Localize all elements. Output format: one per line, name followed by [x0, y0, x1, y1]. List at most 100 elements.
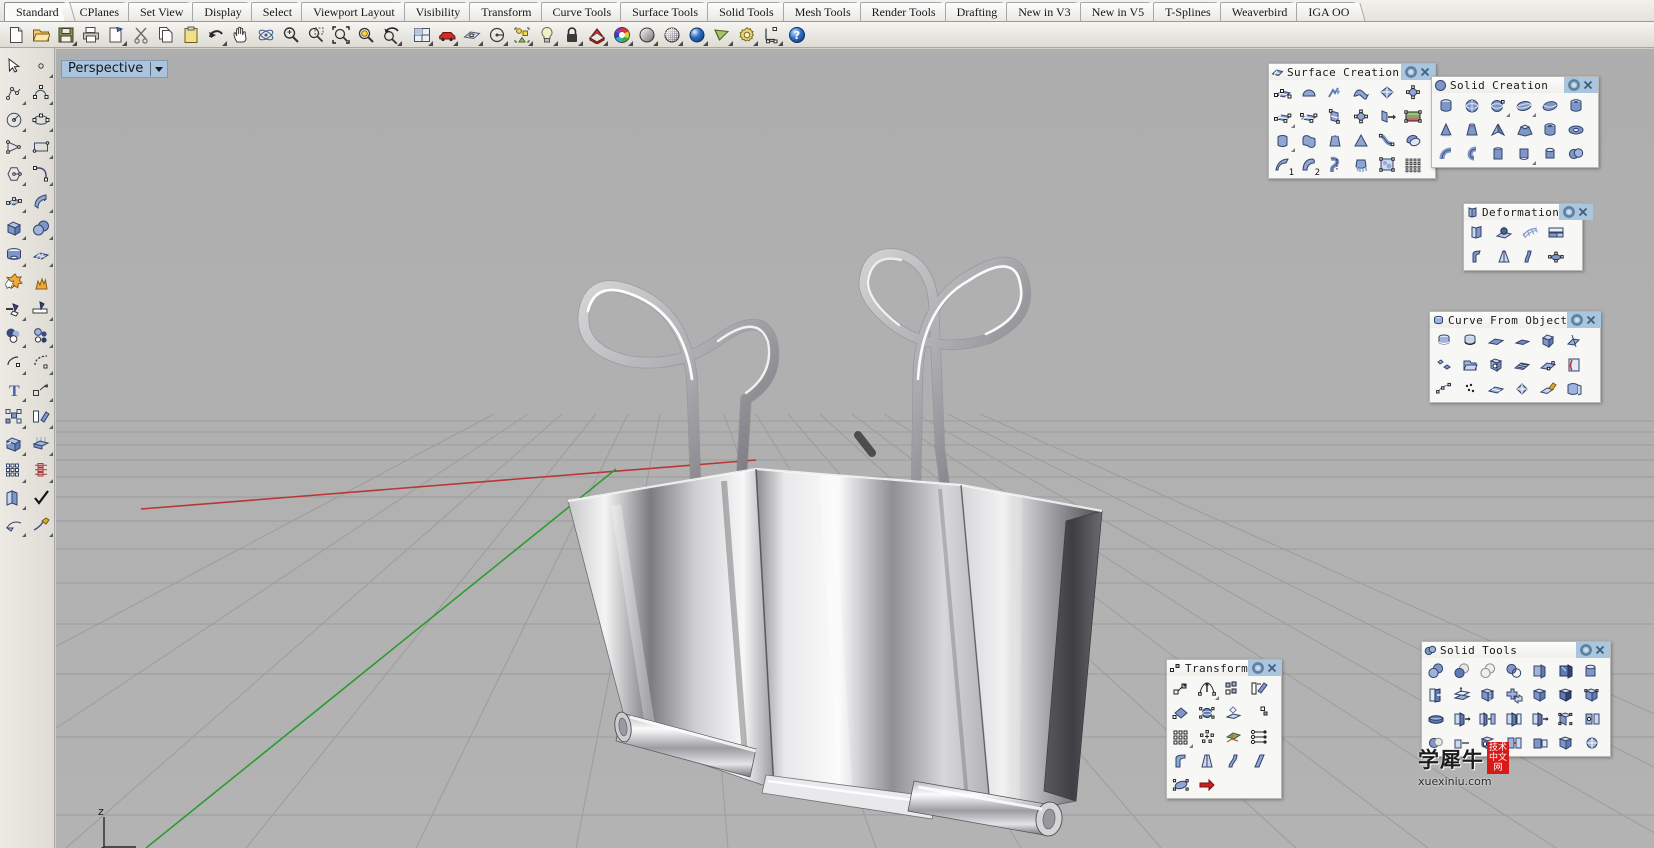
truncated-cone-icon[interactable] [1459, 118, 1485, 142]
paste-icon[interactable] [178, 23, 203, 47]
ellipse-icon[interactable] [27, 106, 54, 133]
gear-icon[interactable] [1567, 78, 1581, 92]
cylinder-solid-icon[interactable] [1563, 94, 1589, 118]
polyline-icon[interactable] [0, 79, 27, 106]
loft-icon[interactable] [1348, 153, 1374, 177]
gear-icon[interactable] [1251, 661, 1265, 675]
curve-control-points-icon[interactable] [27, 79, 54, 106]
copy-icon[interactable] [153, 23, 178, 47]
tab-curve-tools[interactable]: Curve Tools [540, 2, 622, 21]
extract-wireframe-icon[interactable] [1535, 329, 1561, 353]
section-icon[interactable] [0, 484, 27, 511]
duplicate-edge-icon[interactable] [1509, 329, 1535, 353]
cone-icon[interactable] [1433, 118, 1459, 142]
panel-transform-titlebar[interactable]: Transform [1167, 660, 1283, 676]
surface-control-points-icon[interactable] [1400, 81, 1426, 105]
extract-srf-icon[interactable] [1553, 659, 1579, 683]
round-hole-icon[interactable] [1475, 731, 1501, 755]
close-icon[interactable] [1576, 205, 1590, 219]
extrude-closed-planar-icon[interactable] [1485, 142, 1511, 166]
mirror-plane-icon[interactable] [1220, 701, 1246, 725]
panel-deformation-titlebar[interactable]: Deformation [1464, 204, 1594, 220]
panel-transform[interactable]: Transform [1166, 659, 1283, 799]
panel-curve-from-object[interactable]: Curve From Object [1429, 311, 1602, 403]
array-linear-icon[interactable] [27, 403, 54, 430]
torus-icon[interactable] [1563, 118, 1589, 142]
viewport-layout-icon[interactable] [409, 23, 434, 47]
move-along-curve-icon[interactable] [1194, 677, 1220, 701]
duplicate-face-border-icon[interactable] [1483, 329, 1509, 353]
curve-from-points-icon[interactable] [1431, 377, 1457, 401]
point-grid-icon[interactable] [1400, 153, 1426, 177]
undo-icon[interactable] [203, 23, 228, 47]
curve-edit-icon[interactable] [0, 511, 27, 538]
zoom-window-icon[interactable] [303, 23, 328, 47]
panel-solid-creation-buttons[interactable] [1564, 77, 1598, 93]
panel-transform-buttons[interactable] [1248, 660, 1283, 676]
offset-curve-icon[interactable] [0, 322, 27, 349]
boolean-difference-icon[interactable] [1449, 659, 1475, 683]
taper-transform-icon[interactable] [1194, 749, 1220, 773]
delete-hole-icon[interactable] [1449, 731, 1475, 755]
extrude-tapered-icon[interactable] [1296, 129, 1322, 153]
text-icon[interactable] [0, 349, 27, 376]
pipe-bend-icon[interactable] [1459, 142, 1485, 166]
tab-t-splines[interactable]: T-Splines [1153, 2, 1221, 21]
unroll-icon[interactable] [1561, 377, 1587, 401]
zoom-extents-icon[interactable] [328, 23, 353, 47]
tab-new-in-v5[interactable]: New in V5 [1079, 2, 1155, 21]
variable-fillet-icon[interactable] [1579, 683, 1605, 707]
select-arrow-icon[interactable] [0, 52, 27, 79]
array-rect-icon[interactable] [1168, 725, 1194, 749]
mesh-plane-icon[interactable] [27, 241, 54, 268]
select-objects-icon[interactable] [509, 23, 534, 47]
fillet-edge-icon[interactable] [1527, 683, 1553, 707]
extrude-cone-icon[interactable] [1348, 129, 1374, 153]
make-hole-icon[interactable] [1423, 731, 1449, 755]
zoom-previous-icon[interactable] [378, 23, 403, 47]
explode-icon[interactable] [0, 268, 27, 295]
rotate-hole-icon[interactable] [1553, 707, 1579, 731]
orient-on-srf-icon[interactable] [1246, 725, 1272, 749]
rotate-view-icon[interactable] [253, 23, 278, 47]
flow-along-surface-icon[interactable] [1491, 221, 1517, 245]
close-icon[interactable] [1418, 65, 1432, 79]
boolean-split-icon[interactable] [27, 268, 54, 295]
taper-icon[interactable] [1491, 245, 1517, 269]
box-icon[interactable] [0, 214, 27, 241]
orient-icon[interactable] [1220, 725, 1246, 749]
extrude-face-icon[interactable] [1449, 707, 1475, 731]
gear-icon[interactable] [1579, 643, 1593, 657]
twist-icon[interactable] [1543, 245, 1569, 269]
panel-surface-creation-buttons[interactable] [1401, 64, 1435, 80]
rectangle-icon[interactable] [27, 133, 54, 160]
point-icon[interactable] [27, 52, 54, 79]
tab-new-in-v3[interactable]: New in V3 [1006, 2, 1081, 21]
options-gear-icon[interactable] [734, 23, 759, 47]
wirecut-icon[interactable] [1423, 707, 1449, 731]
cylinder-icon[interactable] [0, 241, 27, 268]
array-grid-icon[interactable] [0, 430, 27, 457]
panel-solid-creation[interactable]: Solid Creation [1431, 76, 1599, 168]
color-wheel-icon[interactable] [609, 23, 634, 47]
tab-iga-oo[interactable]: IGA OO [1296, 2, 1360, 21]
surface-from-planar-curves-icon[interactable] [1296, 81, 1322, 105]
tab-viewport-layout[interactable]: Viewport Layout [301, 2, 405, 21]
scale-2d-icon[interactable] [1168, 701, 1194, 725]
gear-icon[interactable] [1570, 313, 1584, 327]
extrude-surface-icon[interactable] [27, 187, 54, 214]
scale-icon[interactable] [27, 349, 54, 376]
ellipsoid-3pt-icon[interactable] [1537, 94, 1563, 118]
intersect-icon[interactable] [1561, 329, 1587, 353]
sphere-3pt-icon[interactable] [1485, 94, 1511, 118]
smooth-icon[interactable] [1465, 245, 1491, 269]
split-icon[interactable] [27, 295, 54, 322]
solid-points-on-icon[interactable] [1475, 683, 1501, 707]
arc-icon[interactable] [0, 133, 27, 160]
sweep-2-rail-icon[interactable]: 2 [1296, 153, 1322, 178]
named-cplane-icon[interactable] [484, 23, 509, 47]
polygon-icon[interactable] [0, 160, 27, 187]
surface-corner-points-icon[interactable] [1374, 81, 1400, 105]
tab-render-tools[interactable]: Render Tools [859, 2, 946, 21]
surface-plane-3pt-icon[interactable] [1296, 105, 1322, 129]
